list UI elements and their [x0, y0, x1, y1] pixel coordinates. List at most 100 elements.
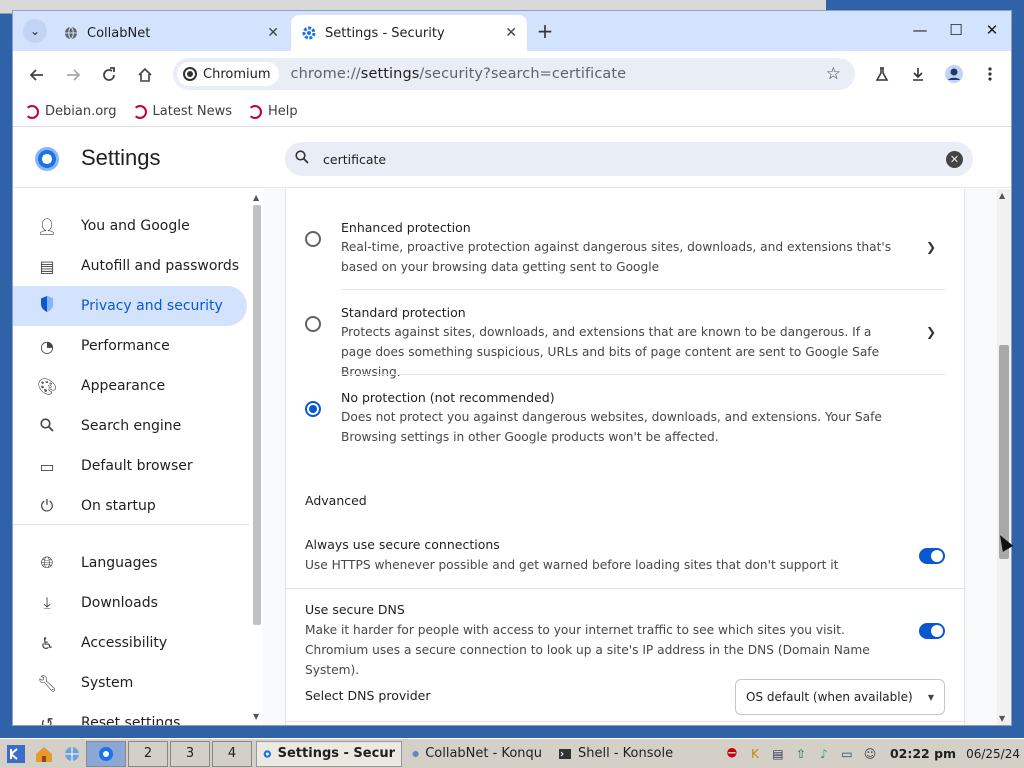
terminal-icon [559, 748, 571, 759]
taskbar: 2 3 4 Settings - Secur CollabNet - Konqu… [0, 738, 1024, 768]
network-globe-icon[interactable] [60, 743, 84, 765]
bookmark-star-icon[interactable]: ☆ [826, 64, 841, 84]
home-button[interactable] [133, 63, 157, 87]
network-status-icon[interactable]: ⛔︎ [722, 744, 742, 764]
sidebar-item-downloads[interactable]: ⤓ Downloads [13, 583, 247, 623]
scroll-up-arrow-icon[interactable]: ▲ [999, 191, 1005, 200]
volume-icon[interactable]: ♪ [814, 744, 834, 764]
kde-connect-icon[interactable]: K [745, 744, 765, 764]
settings-search-box[interactable]: ✕ [285, 142, 973, 176]
bookmark-latest-news[interactable]: Latest News [132, 104, 232, 119]
labs-flask-icon[interactable] [869, 61, 895, 87]
forward-button[interactable] [61, 63, 85, 87]
back-button[interactable] [25, 63, 49, 87]
new-tab-button[interactable]: + [533, 19, 557, 43]
sidebar-item-languages[interactable]: 🌐︎ Languages [13, 543, 247, 583]
tab-search-button[interactable]: ⌄ [23, 19, 47, 43]
sidebar-item-accessibility[interactable]: ♿︎ Accessibility [13, 623, 247, 663]
sidebar-item-label: Appearance [81, 378, 166, 394]
sidebar-item-performance[interactable]: ◔ Performance [13, 326, 247, 366]
settings-search-input[interactable] [323, 151, 946, 167]
sidebar-item-autofill[interactable]: ▤ Autofill and passwords [13, 246, 247, 286]
radio-no-protection[interactable] [305, 401, 321, 417]
download-icon: ⤓ [43, 593, 51, 612]
update-icon[interactable]: ⇧ [791, 744, 811, 764]
option-description: Protects against sites, downloads, and e… [341, 325, 880, 379]
kebab-menu-icon[interactable] [977, 61, 1003, 87]
chromium-task-icon [99, 746, 113, 761]
sidebar-item-label: System [81, 675, 134, 691]
sidebar-item-system[interactable]: 🔧︎ System [13, 663, 247, 703]
main-scroll-thumb[interactable] [999, 345, 1009, 559]
radio-standard[interactable] [305, 316, 321, 332]
desktop-3-button[interactable]: 3 [170, 740, 210, 767]
minimize-button[interactable]: — [909, 19, 931, 41]
desktop-4-button[interactable]: 4 [212, 740, 252, 767]
date: 06/25/24 [966, 746, 1020, 761]
sidebar-item-privacy-and-security[interactable]: Privacy and security [13, 286, 247, 326]
speedometer-icon: ◔ [40, 336, 54, 356]
tab-settings-security[interactable]: Settings - Security ✕ [291, 15, 527, 51]
search-icon [295, 150, 313, 168]
chromium-logo-icon [35, 147, 59, 171]
bookmark-label: Debian.org [45, 104, 117, 119]
secure-connections-toggle[interactable] [919, 548, 945, 564]
close-tab-icon[interactable]: ✕ [505, 25, 517, 41]
expand-chevron-icon[interactable]: ❯ [926, 325, 936, 339]
address-bar[interactable]: Chromium chrome://settings/security?sear… [173, 58, 855, 90]
clear-search-icon[interactable]: ✕ [946, 150, 963, 168]
close-tab-icon[interactable]: ✕ [267, 25, 279, 41]
reload-button[interactable] [97, 63, 121, 87]
sidebar-item-label: Autofill and passwords [81, 258, 240, 274]
sidebar-item-label: Accessibility [81, 635, 168, 651]
sidebar-item-label: Privacy and security [81, 298, 223, 314]
sidebar-item-label: You and Google [81, 218, 190, 234]
scroll-down-arrow-icon[interactable]: ▼ [999, 714, 1005, 723]
sidebar-item-reset-settings[interactable]: ↺ Reset settings [13, 703, 247, 726]
url-host: settings [360, 66, 420, 82]
close-window-button[interactable]: ✕ [981, 19, 1003, 41]
sidebar-scrollbar[interactable]: ▲ ▼ [251, 193, 261, 721]
sidebar-scroll-thumb[interactable] [253, 205, 261, 625]
profile-avatar[interactable] [941, 61, 967, 87]
expand-chevron-icon[interactable]: ❯ [926, 240, 936, 254]
section-divider [286, 721, 966, 722]
url-text[interactable]: chrome://settings/security?search=certif… [291, 66, 826, 82]
search-icon [37, 417, 57, 436]
home-folder-icon[interactable] [32, 743, 56, 765]
sidebar-item-you-and-google[interactable]: 👤︎ You and Google [13, 206, 247, 246]
task-shell-konsole[interactable]: Shell - Konsole [552, 741, 686, 767]
tab-title: Settings - Security [325, 25, 445, 41]
person-icon: 👤︎ [37, 216, 58, 236]
browser-icon: ▭ [39, 456, 55, 476]
user-icon[interactable]: ☺ [860, 744, 880, 764]
sidebar-item-on-startup[interactable]: ⏻ On startup [13, 486, 247, 526]
task-collabnet-konqueror[interactable]: CollabNet - Konqu [406, 741, 548, 767]
maximize-button[interactable]: ☐ [945, 19, 967, 41]
bookmark-help[interactable]: Help [247, 104, 298, 119]
scroll-up-arrow-icon[interactable]: ▲ [253, 193, 259, 202]
kde-menu-icon[interactable] [4, 743, 28, 765]
bookmark-debian[interactable]: Debian.org [25, 104, 117, 119]
secure-dns-toggle[interactable] [919, 623, 945, 639]
desktop-2-button[interactable]: 2 [128, 740, 168, 767]
secure-dns-title: Use secure DNS [305, 602, 405, 617]
clock[interactable]: 02:22 pm [890, 746, 956, 761]
display-icon[interactable]: ▭ [837, 744, 857, 764]
radio-enhanced[interactable] [305, 231, 321, 247]
scroll-down-arrow-icon[interactable]: ▼ [253, 712, 259, 721]
section-divider [286, 588, 966, 589]
site-info-chip[interactable]: Chromium [177, 62, 279, 86]
sidebar-item-default-browser[interactable]: ▭ Default browser [13, 446, 247, 486]
main-scrollbar[interactable]: ▲ ▼ [997, 189, 1011, 725]
sidebar-item-appearance[interactable]: 🎨︎ Appearance [13, 366, 247, 406]
clipboard-icon[interactable]: ▤ [768, 744, 788, 764]
tab-collabnet[interactable]: CollabNet ✕ [53, 15, 289, 51]
download-icon[interactable] [905, 61, 931, 87]
task-settings[interactable]: Settings - Secur [256, 740, 402, 767]
settings-sidebar: 👤︎ You and Google ▤ Autofill and passwords… [13, 189, 263, 725]
dns-provider-select[interactable]: OS default (when available) ▼ [735, 679, 945, 715]
clipboard-icon: ▤ [39, 256, 55, 276]
desktop-1-button[interactable] [86, 740, 126, 767]
sidebar-item-search-engine[interactable]: Search engine [13, 406, 247, 446]
